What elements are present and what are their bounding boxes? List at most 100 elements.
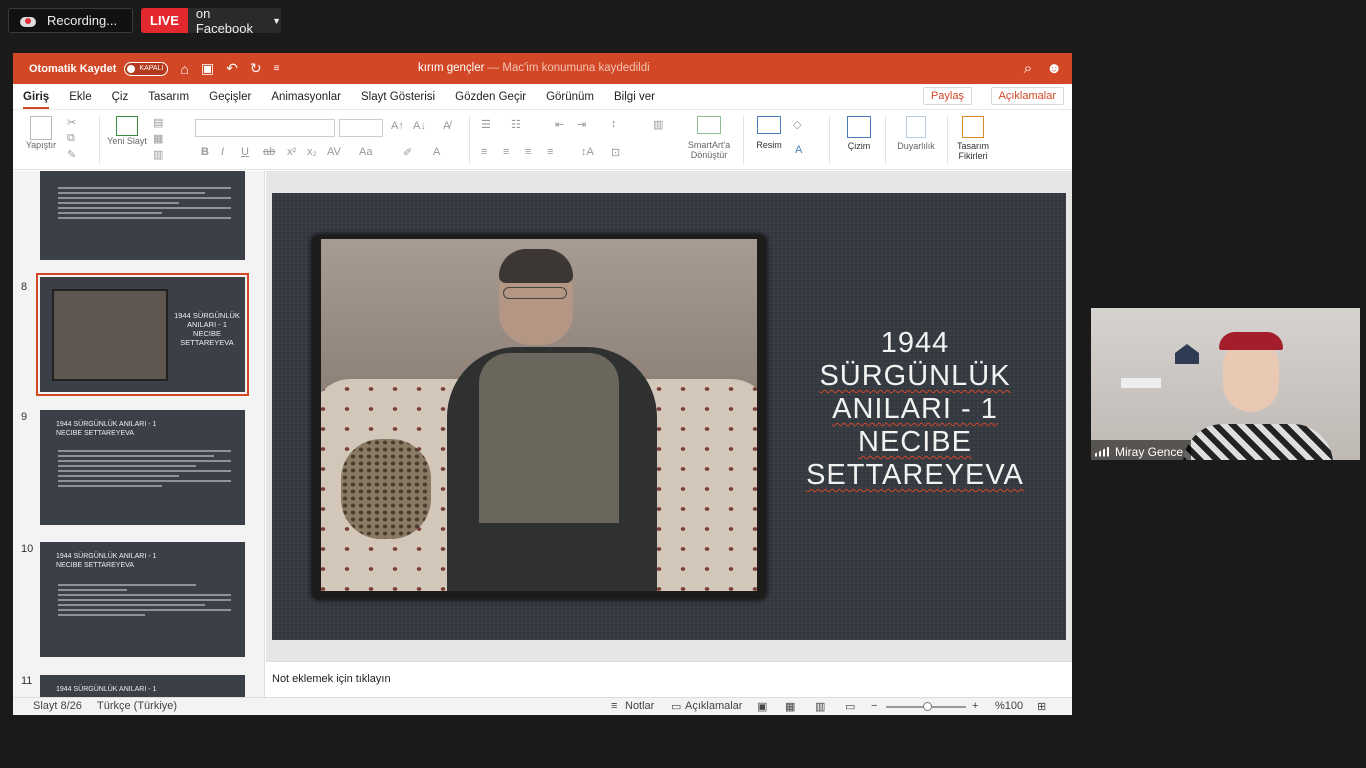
align-left-icon[interactable]: ≡ <box>481 146 487 158</box>
section-icon[interactable]: ▥ <box>153 148 163 161</box>
zoom-slider-handle[interactable] <box>923 702 932 711</box>
redo-icon[interactable]: ↻ <box>250 60 262 77</box>
align-text-icon[interactable]: ⊡ <box>611 146 620 159</box>
paste-button[interactable]: Yapıştır <box>23 116 59 150</box>
doc-name: kırım gençler <box>418 62 485 74</box>
notes-toggle[interactable]: Notlar <box>625 700 654 712</box>
smartart-button[interactable]: SmartArt'a Dönüştür <box>681 116 737 160</box>
align-right-icon[interactable]: ≡ <box>525 146 531 158</box>
justify-icon[interactable]: ≡ <box>547 146 553 158</box>
video-frame[interactable] <box>312 235 766 599</box>
language-indicator[interactable]: Türkçe (Türkiye) <box>97 700 177 712</box>
save-icon[interactable]: ▣ <box>201 60 214 77</box>
document-title[interactable]: kırım gençler — Mac'im konumuna kaydedil… <box>418 62 650 74</box>
font-family-select[interactable] <box>195 119 335 137</box>
columns-icon[interactable]: ▥ <box>653 118 663 131</box>
chevron-down-icon[interactable]: ▼ <box>272 16 281 26</box>
char-spacing-icon[interactable]: AV <box>327 146 341 158</box>
line-spacing-icon[interactable]: ↕ <box>611 118 617 130</box>
home-icon[interactable]: ⌂ <box>180 61 188 77</box>
zoom-in-icon[interactable]: + <box>972 700 978 712</box>
tab-review[interactable]: Gözden Geçir <box>445 91 536 103</box>
tab-slideshow[interactable]: Slayt Gösterisi <box>351 91 445 103</box>
highlight-icon[interactable]: ✐ <box>403 146 412 159</box>
comments-toggle[interactable]: Açıklamalar <box>685 700 742 712</box>
format-painter-icon[interactable]: ✎ <box>67 148 76 161</box>
align-center-icon[interactable]: ≡ <box>503 146 509 158</box>
slide-thumbnails-panel[interactable]: 8 1944 SÜRGÜNLÜK ANILARI - 1 NECIBE SETT… <box>13 171 265 697</box>
slide-thumbnail-selected[interactable]: 1944 SÜRGÜNLÜK ANILARI - 1 NECIBE SETTAR… <box>36 273 249 396</box>
notes-icon[interactable]: ≡ <box>611 700 617 712</box>
zoom-level[interactable]: %100 <box>995 700 1023 712</box>
change-case-icon[interactable]: Aa <box>359 146 372 158</box>
font-size-select[interactable] <box>339 119 383 137</box>
title-line: NECIBE <box>858 426 972 458</box>
notes-pane[interactable]: Not eklemek için tıklayın <box>266 661 1072 697</box>
slide-thumbnail[interactable]: 1944 SÜRGÜNLÜK ANILARI - 1 <box>40 675 245 697</box>
comment-icon[interactable]: ▭ <box>671 700 681 713</box>
current-slide[interactable]: 1944 SÜRGÜNLÜK ANILARI - 1 NECIBE SETTAR… <box>272 193 1066 640</box>
textbox-icon[interactable]: A <box>795 144 802 156</box>
tab-transitions[interactable]: Geçişler <box>199 91 261 103</box>
italic-icon[interactable]: I <box>221 146 224 158</box>
tab-draw[interactable]: Çiz <box>102 91 139 103</box>
reading-view-icon[interactable]: ▥ <box>815 700 825 713</box>
tab-design[interactable]: Tasarım <box>138 91 199 103</box>
numbering-icon[interactable]: ☷ <box>511 118 521 131</box>
design-ideas-button[interactable]: Tasarım Fikirleri <box>953 116 993 161</box>
participant-video[interactable]: Miray Gence <box>1091 308 1360 460</box>
slideshow-icon[interactable]: ▭ <box>845 700 855 713</box>
increase-font-icon[interactable]: A↑ <box>391 120 404 132</box>
autosave-toggle[interactable]: KAPALI <box>124 61 169 76</box>
shapes-icon[interactable]: ◇ <box>793 118 801 131</box>
zoom-out-icon[interactable]: − <box>871 700 877 712</box>
slide-sorter-icon[interactable]: ▦ <box>785 700 795 713</box>
superscript-icon[interactable]: x² <box>287 146 296 158</box>
tab-home[interactable]: Giriş <box>13 91 59 109</box>
reset-icon[interactable]: ▦ <box>153 132 163 145</box>
bold-icon[interactable]: B <box>201 146 209 158</box>
copy-icon[interactable]: ⧉ <box>67 132 75 145</box>
new-slide-button[interactable]: Yeni Slayt <box>107 116 147 146</box>
tab-animations[interactable]: Animasyonlar <box>261 91 351 103</box>
recording-indicator[interactable]: Recording... <box>8 8 133 33</box>
slide-number: 10 <box>21 543 34 555</box>
text-direction-icon[interactable]: ↕A <box>581 146 594 158</box>
customize-toolbar-icon[interactable]: ≡ <box>274 63 280 74</box>
live-stream-button[interactable]: LIVE on Facebook ▼ <box>141 6 281 36</box>
slide-thumbnail[interactable] <box>40 171 245 260</box>
normal-view-icon[interactable]: ▣ <box>757 700 767 713</box>
underline-icon[interactable]: U <box>241 146 249 158</box>
cloud-record-icon <box>19 14 37 28</box>
bullets-icon[interactable]: ☰ <box>481 118 491 131</box>
drawing-label: Çizim <box>847 141 871 151</box>
account-icon[interactable]: ☻ <box>1046 60 1062 77</box>
sensitivity-button[interactable]: Duyarlılık <box>893 116 939 151</box>
slide-thumbnail[interactable]: 1944 SÜRGÜNLÜK ANILARI - 1 NECIBE SETTAR… <box>40 410 245 525</box>
picture-button[interactable]: Resim <box>751 116 787 150</box>
strikethrough-icon[interactable]: ab <box>263 146 275 158</box>
increase-indent-icon[interactable]: ⇥ <box>577 118 586 131</box>
slide-editor[interactable]: 1944 SÜRGÜNLÜK ANILARI - 1 NECIBE SETTAR… <box>266 171 1072 661</box>
tab-tell-me[interactable]: Bilgi ver <box>604 91 665 103</box>
layout-icon[interactable]: ▤ <box>153 116 163 129</box>
subscript-icon[interactable]: x₂ <box>307 146 317 158</box>
fit-to-window-icon[interactable]: ⊞ <box>1037 700 1046 713</box>
tab-insert[interactable]: Ekle <box>59 91 101 103</box>
slide-thumbnail[interactable]: 1944 SÜRGÜNLÜK ANILARI - 1 NECIBE SETTAR… <box>40 542 245 657</box>
clear-format-icon[interactable]: A̸ <box>443 120 450 132</box>
undo-icon[interactable]: ↶ <box>226 60 238 77</box>
embedded-video[interactable] <box>321 239 757 591</box>
new-slide-label: Yeni Slayt <box>107 136 147 146</box>
slide-title[interactable]: 1944 SÜRGÜNLÜK ANILARI - 1 NECIBE SETTAR… <box>802 327 1028 492</box>
font-color-icon[interactable]: A <box>433 146 440 158</box>
decrease-font-icon[interactable]: A↓ <box>413 120 426 132</box>
decrease-indent-icon[interactable]: ⇤ <box>555 118 564 131</box>
thumbnail-title: 1944 SÜRGÜNLÜK ANILARI - 1 NECIBE SETTAR… <box>56 421 157 437</box>
share-button[interactable]: Paylaş <box>922 87 972 105</box>
drawing-button[interactable]: Çizim <box>839 116 879 151</box>
comments-button[interactable]: Açıklamalar <box>990 87 1064 105</box>
tab-view[interactable]: Görünüm <box>536 91 604 103</box>
search-icon[interactable]: ⌕ <box>1024 60 1032 77</box>
cut-icon[interactable]: ✂ <box>67 116 76 129</box>
